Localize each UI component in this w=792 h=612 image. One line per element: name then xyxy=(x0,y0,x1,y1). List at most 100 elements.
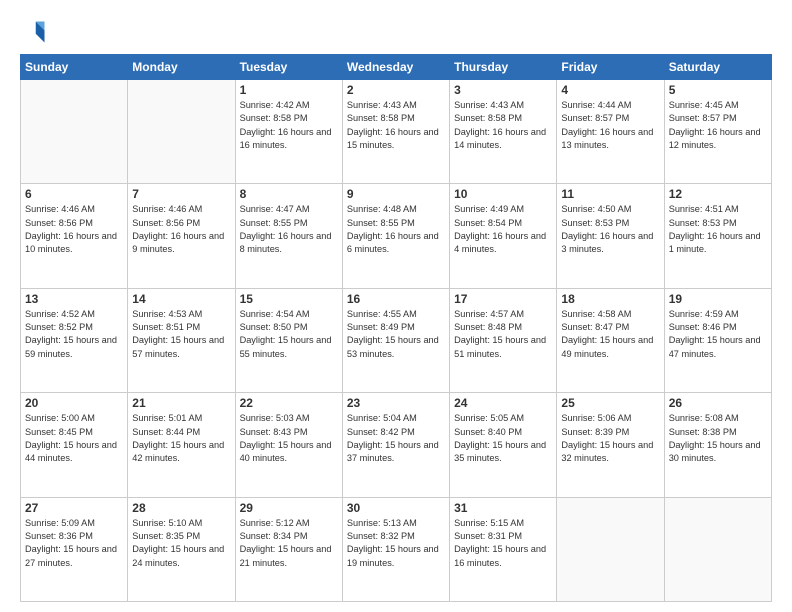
calendar-cell: 5Sunrise: 4:45 AM Sunset: 8:57 PM Daylig… xyxy=(664,80,771,184)
cell-info: Sunrise: 5:12 AM Sunset: 8:34 PM Dayligh… xyxy=(240,517,338,570)
cell-info: Sunrise: 4:49 AM Sunset: 8:54 PM Dayligh… xyxy=(454,203,552,256)
cell-info: Sunrise: 4:48 AM Sunset: 8:55 PM Dayligh… xyxy=(347,203,445,256)
calendar-cell: 4Sunrise: 4:44 AM Sunset: 8:57 PM Daylig… xyxy=(557,80,664,184)
calendar-day-header: Saturday xyxy=(664,55,771,80)
cell-info: Sunrise: 4:46 AM Sunset: 8:56 PM Dayligh… xyxy=(25,203,123,256)
cell-info: Sunrise: 4:55 AM Sunset: 8:49 PM Dayligh… xyxy=(347,308,445,361)
page: SundayMondayTuesdayWednesdayThursdayFrid… xyxy=(0,0,792,612)
day-number: 25 xyxy=(561,396,659,410)
calendar-cell xyxy=(664,497,771,601)
calendar-cell: 23 Sunrise: 5:04 AM Sunset: 8:42 PM Dayli… xyxy=(342,393,449,497)
day-number: 29 xyxy=(240,501,338,515)
day-number: 13 xyxy=(25,292,123,306)
calendar-cell: 25 Sunrise: 5:06 AM Sunset: 8:39 PM Dayli… xyxy=(557,393,664,497)
header xyxy=(20,18,772,46)
cell-info: Sunrise: 5:08 AM Sunset: 8:38 PM Dayligh… xyxy=(669,412,767,465)
cell-info: Sunrise: 4:57 AM Sunset: 8:48 PM Dayligh… xyxy=(454,308,552,361)
cell-info: Sunrise: 4:43 AM Sunset: 8:58 PM Dayligh… xyxy=(347,99,445,152)
day-number: 30 xyxy=(347,501,445,515)
calendar-week-row: 27 Sunrise: 5:09 AM Sunset: 8:36 PM Dayli… xyxy=(21,497,772,601)
day-number: 12 xyxy=(669,187,767,201)
calendar-cell: 13 Sunrise: 4:52 AM Sunset: 8:52 PM Dayli… xyxy=(21,288,128,392)
day-number: 24 xyxy=(454,396,552,410)
day-number: 7 xyxy=(132,187,230,201)
day-number: 27 xyxy=(25,501,123,515)
cell-info: Sunrise: 4:52 AM Sunset: 8:52 PM Dayligh… xyxy=(25,308,123,361)
day-number: 15 xyxy=(240,292,338,306)
calendar-cell: 26Sunrise: 5:08 AM Sunset: 8:38 PM Dayli… xyxy=(664,393,771,497)
cell-info: Sunrise: 4:43 AM Sunset: 8:58 PM Dayligh… xyxy=(454,99,552,152)
cell-info: Sunrise: 5:05 AM Sunset: 8:40 PM Dayligh… xyxy=(454,412,552,465)
calendar-cell: 11 Sunrise: 4:50 AM Sunset: 8:53 PM Dayli… xyxy=(557,184,664,288)
day-number: 21 xyxy=(132,396,230,410)
cell-info: Sunrise: 4:58 AM Sunset: 8:47 PM Dayligh… xyxy=(561,308,659,361)
calendar-day-header: Wednesday xyxy=(342,55,449,80)
calendar-day-header: Friday xyxy=(557,55,664,80)
day-number: 23 xyxy=(347,396,445,410)
cell-info: Sunrise: 5:09 AM Sunset: 8:36 PM Dayligh… xyxy=(25,517,123,570)
calendar-cell: 16Sunrise: 4:55 AM Sunset: 8:49 PM Dayli… xyxy=(342,288,449,392)
cell-info: Sunrise: 4:53 AM Sunset: 8:51 PM Dayligh… xyxy=(132,308,230,361)
day-number: 14 xyxy=(132,292,230,306)
cell-info: Sunrise: 4:54 AM Sunset: 8:50 PM Dayligh… xyxy=(240,308,338,361)
calendar-day-header: Thursday xyxy=(450,55,557,80)
day-number: 3 xyxy=(454,83,552,97)
calendar-cell: 20 Sunrise: 5:00 AM Sunset: 8:45 PM Dayli… xyxy=(21,393,128,497)
cell-info: Sunrise: 5:04 AM Sunset: 8:42 PM Dayligh… xyxy=(347,412,445,465)
calendar-cell: 21 Sunrise: 5:01 AM Sunset: 8:44 PM Dayli… xyxy=(128,393,235,497)
calendar-cell: 15 Sunrise: 4:54 AM Sunset: 8:50 PM Dayli… xyxy=(235,288,342,392)
day-number: 8 xyxy=(240,187,338,201)
day-number: 17 xyxy=(454,292,552,306)
day-number: 22 xyxy=(240,396,338,410)
calendar-cell: 2 Sunrise: 4:43 AM Sunset: 8:58 PM Daylig… xyxy=(342,80,449,184)
cell-info: Sunrise: 5:10 AM Sunset: 8:35 PM Dayligh… xyxy=(132,517,230,570)
calendar-cell: 28Sunrise: 5:10 AM Sunset: 8:35 PM Dayli… xyxy=(128,497,235,601)
calendar-cell: 22 Sunrise: 5:03 AM Sunset: 8:43 PM Dayli… xyxy=(235,393,342,497)
calendar-cell xyxy=(128,80,235,184)
cell-info: Sunrise: 5:01 AM Sunset: 8:44 PM Dayligh… xyxy=(132,412,230,465)
calendar-cell xyxy=(557,497,664,601)
calendar-cell: 1 Sunrise: 4:42 AM Sunset: 8:58 PM Daylig… xyxy=(235,80,342,184)
calendar-cell: 24 Sunrise: 5:05 AM Sunset: 8:40 PM Dayli… xyxy=(450,393,557,497)
calendar-week-row: 1 Sunrise: 4:42 AM Sunset: 8:58 PM Daylig… xyxy=(21,80,772,184)
cell-info: Sunrise: 5:15 AM Sunset: 8:31 PM Dayligh… xyxy=(454,517,552,570)
cell-info: Sunrise: 4:47 AM Sunset: 8:55 PM Dayligh… xyxy=(240,203,338,256)
calendar-cell: 9 Sunrise: 4:48 AM Sunset: 8:55 PM Daylig… xyxy=(342,184,449,288)
calendar-week-row: 6 Sunrise: 4:46 AM Sunset: 8:56 PM Daylig… xyxy=(21,184,772,288)
cell-info: Sunrise: 4:59 AM Sunset: 8:46 PM Dayligh… xyxy=(669,308,767,361)
day-number: 1 xyxy=(240,83,338,97)
day-number: 10 xyxy=(454,187,552,201)
day-number: 20 xyxy=(25,396,123,410)
calendar-week-row: 20 Sunrise: 5:00 AM Sunset: 8:45 PM Dayli… xyxy=(21,393,772,497)
cell-info: Sunrise: 5:00 AM Sunset: 8:45 PM Dayligh… xyxy=(25,412,123,465)
calendar-cell: 30 Sunrise: 5:13 AM Sunset: 8:32 PM Dayli… xyxy=(342,497,449,601)
calendar-cell: 6 Sunrise: 4:46 AM Sunset: 8:56 PM Daylig… xyxy=(21,184,128,288)
day-number: 5 xyxy=(669,83,767,97)
day-number: 9 xyxy=(347,187,445,201)
cell-info: Sunrise: 5:13 AM Sunset: 8:32 PM Dayligh… xyxy=(347,517,445,570)
calendar-cell: 18 Sunrise: 4:58 AM Sunset: 8:47 PM Dayli… xyxy=(557,288,664,392)
logo xyxy=(20,18,52,46)
cell-info: Sunrise: 4:50 AM Sunset: 8:53 PM Dayligh… xyxy=(561,203,659,256)
day-number: 4 xyxy=(561,83,659,97)
calendar-cell: 3 Sunrise: 4:43 AM Sunset: 8:58 PM Daylig… xyxy=(450,80,557,184)
calendar-cell: 17 Sunrise: 4:57 AM Sunset: 8:48 PM Dayli… xyxy=(450,288,557,392)
day-number: 11 xyxy=(561,187,659,201)
calendar-cell: 8 Sunrise: 4:47 AM Sunset: 8:55 PM Daylig… xyxy=(235,184,342,288)
day-number: 6 xyxy=(25,187,123,201)
day-number: 2 xyxy=(347,83,445,97)
calendar-cell: 19 Sunrise: 4:59 AM Sunset: 8:46 PM Dayli… xyxy=(664,288,771,392)
calendar-week-row: 13 Sunrise: 4:52 AM Sunset: 8:52 PM Dayli… xyxy=(21,288,772,392)
day-number: 19 xyxy=(669,292,767,306)
calendar-cell: 10 Sunrise: 4:49 AM Sunset: 8:54 PM Dayli… xyxy=(450,184,557,288)
day-number: 18 xyxy=(561,292,659,306)
cell-info: Sunrise: 4:46 AM Sunset: 8:56 PM Dayligh… xyxy=(132,203,230,256)
cell-info: Sunrise: 5:03 AM Sunset: 8:43 PM Dayligh… xyxy=(240,412,338,465)
day-number: 31 xyxy=(454,501,552,515)
calendar-cell: 31 Sunrise: 5:15 AM Sunset: 8:31 PM Dayli… xyxy=(450,497,557,601)
calendar-table: SundayMondayTuesdayWednesdayThursdayFrid… xyxy=(20,54,772,602)
calendar-cell xyxy=(21,80,128,184)
general-blue-logo-icon xyxy=(20,18,48,46)
cell-info: Sunrise: 4:42 AM Sunset: 8:58 PM Dayligh… xyxy=(240,99,338,152)
cell-info: Sunrise: 5:06 AM Sunset: 8:39 PM Dayligh… xyxy=(561,412,659,465)
